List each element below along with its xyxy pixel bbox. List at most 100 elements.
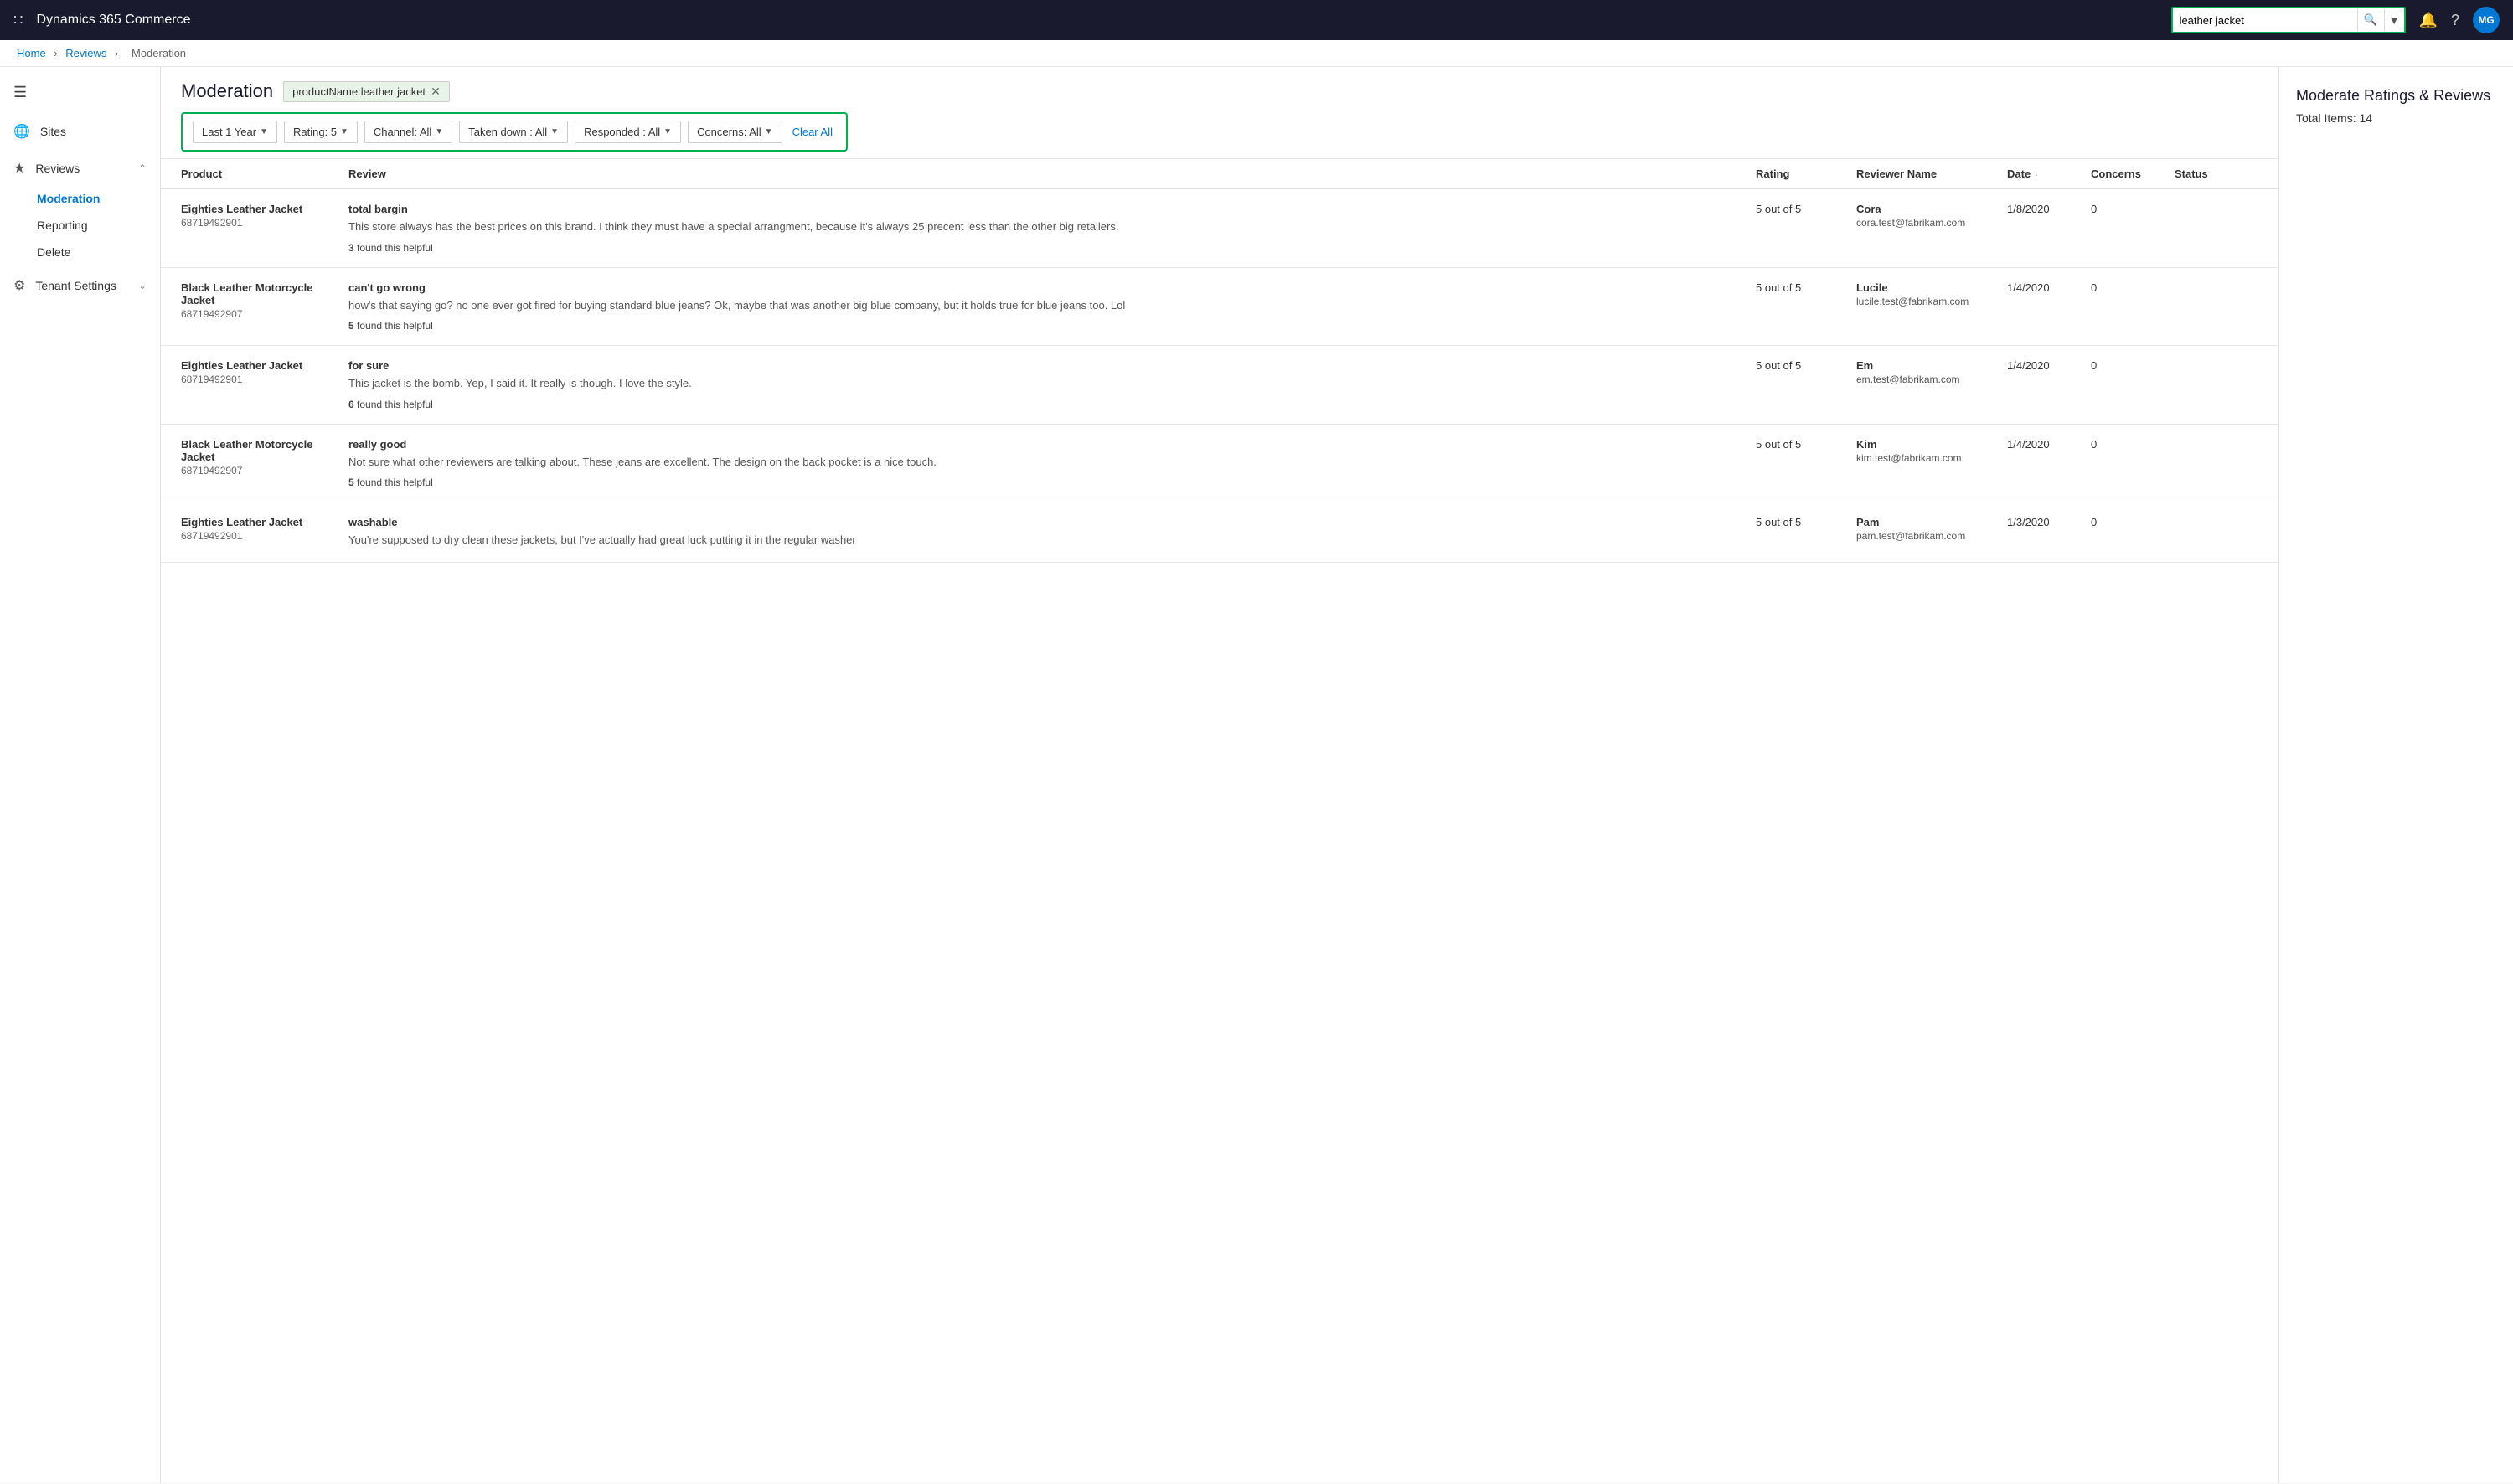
avatar[interactable]: MG [2473, 7, 2500, 33]
table-row: Eighties Leather Jacket 68719492901 wash… [161, 502, 2278, 563]
gear-icon: ⚙ [13, 277, 25, 294]
taken-down-filter-label: Taken down : All [468, 126, 547, 138]
rating-filter-button[interactable]: Rating: 5 ▼ [284, 121, 358, 143]
grid-icon[interactable]: ∷ [13, 12, 23, 29]
product-cell: Black Leather Motorcycle Jacket 68719492… [181, 438, 348, 477]
search-input[interactable] [2173, 8, 2357, 32]
sidebar-section-reviews: ★ Reviews ⌃ Moderation Reporting Delete [0, 152, 160, 265]
col-header-status: Status [2175, 167, 2258, 180]
sidebar-menu-toggle[interactable]: ☰ [0, 74, 160, 111]
page-title: Moderation [181, 80, 273, 102]
right-panel-total: Total Items: 14 [2296, 111, 2496, 125]
right-panel: Moderate Ratings & Reviews Total Items: … [2278, 67, 2513, 1483]
sidebar-section-tenant: ⚙ Tenant Settings ⌄ [0, 269, 160, 302]
reviewer-cell: Pam pam.test@fabrikam.com [1856, 516, 2007, 542]
rating-filter-chevron-icon: ▼ [340, 127, 348, 137]
reviews-table-container: Product Review Rating Reviewer Name Date… [161, 159, 2278, 1483]
concerns-filter-button[interactable]: Concerns: All ▼ [688, 121, 782, 143]
sidebar-item-reviews[interactable]: ★ Reviews ⌃ [0, 152, 160, 185]
review-cell: really good Not sure what other reviewer… [348, 438, 1756, 489]
page-title-row: Moderation productName:leather jacket ✕ [181, 80, 2258, 102]
col-header-date[interactable]: Date ↓ [2007, 167, 2091, 180]
table-row: Eighties Leather Jacket 68719492901 tota… [161, 189, 2278, 268]
sidebar-section-sites: 🌐 Sites [0, 115, 160, 148]
responded-filter-chevron-icon: ▼ [663, 127, 672, 137]
reviewer-cell: Lucile lucile.test@fabrikam.com [1856, 281, 2007, 307]
reviewer-cell: Kim kim.test@fabrikam.com [1856, 438, 2007, 464]
year-filter-button[interactable]: Last 1 Year ▼ [193, 121, 277, 143]
date-cell: 1/4/2020 [2007, 359, 2091, 372]
reviews-chevron-icon: ⌃ [138, 162, 147, 174]
sidebar-item-sites[interactable]: 🌐 Sites [0, 115, 160, 148]
topbar-actions: 🔍 ▼ 🔔 ? MG [2171, 7, 2500, 33]
help-icon[interactable]: ? [2451, 12, 2459, 29]
channel-filter-label: Channel: All [374, 126, 431, 138]
concerns-cell: 0 [2091, 203, 2175, 215]
table-row: Black Leather Motorcycle Jacket 68719492… [161, 425, 2278, 503]
tenant-chevron-icon: ⌄ [138, 280, 147, 291]
channel-filter-button[interactable]: Channel: All ▼ [364, 121, 452, 143]
concerns-filter-chevron-icon: ▼ [765, 127, 773, 137]
col-header-concerns: Concerns [2091, 167, 2175, 180]
date-cell: 1/4/2020 [2007, 281, 2091, 294]
table-header: Product Review Rating Reviewer Name Date… [161, 159, 2278, 189]
responded-filter-label: Responded : All [584, 126, 660, 138]
channel-filter-chevron-icon: ▼ [435, 127, 443, 137]
globe-icon: 🌐 [13, 123, 30, 140]
app-title: Dynamics 365 Commerce [36, 13, 2170, 28]
filter-tag-close-icon[interactable]: ✕ [431, 85, 441, 99]
sidebar-item-tenant-label: Tenant Settings [35, 279, 116, 292]
date-cell: 1/8/2020 [2007, 203, 2091, 215]
rating-cell: 5 out of 5 [1756, 281, 1856, 294]
col-header-review: Review [348, 167, 1756, 180]
col-header-product: Product [181, 167, 348, 180]
topbar: ∷ Dynamics 365 Commerce 🔍 ▼ 🔔 ? MG [0, 0, 2513, 40]
sidebar-item-delete[interactable]: Delete [0, 239, 160, 265]
concerns-cell: 0 [2091, 281, 2175, 294]
sidebar: ☰ 🌐 Sites ★ Reviews ⌃ Moderation Reporti… [0, 67, 161, 1483]
notification-icon[interactable]: 🔔 [2419, 12, 2438, 29]
filter-tag-text: productName:leather jacket [292, 85, 426, 98]
main-layout: ☰ 🌐 Sites ★ Reviews ⌃ Moderation Reporti… [0, 67, 2513, 1483]
review-cell: washable You're supposed to dry clean th… [348, 516, 1756, 549]
rating-cell: 5 out of 5 [1756, 438, 1856, 451]
product-cell: Eighties Leather Jacket 68719492901 [181, 203, 348, 229]
sidebar-item-tenant-settings[interactable]: ⚙ Tenant Settings ⌄ [0, 269, 160, 302]
table-row: Eighties Leather Jacket 68719492901 for … [161, 346, 2278, 425]
global-search-box[interactable]: 🔍 ▼ [2171, 7, 2406, 33]
right-panel-title: Moderate Ratings & Reviews [2296, 87, 2496, 105]
sidebar-item-sites-label: Sites [40, 125, 66, 138]
review-cell: total bargin This store always has the b… [348, 203, 1756, 254]
sidebar-item-reporting[interactable]: Reporting [0, 212, 160, 239]
year-filter-chevron-icon: ▼ [260, 127, 268, 137]
product-cell: Eighties Leather Jacket 68719492901 [181, 359, 348, 385]
review-cell: can't go wrong how's that saying go? no … [348, 281, 1756, 332]
breadcrumb: Home › Reviews › Moderation [0, 40, 2513, 67]
reviewer-cell: Cora cora.test@fabrikam.com [1856, 203, 2007, 229]
year-filter-label: Last 1 Year [202, 126, 256, 138]
review-cell: for sure This jacket is the bomb. Yep, I… [348, 359, 1756, 410]
search-button[interactable]: 🔍 [2357, 8, 2384, 32]
content-area: Moderation productName:leather jacket ✕ … [161, 67, 2278, 1483]
breadcrumb-home[interactable]: Home [17, 47, 46, 59]
breadcrumb-moderation: Moderation [132, 47, 186, 59]
date-cell: 1/3/2020 [2007, 516, 2091, 528]
clear-all-button[interactable]: Clear All [789, 121, 836, 142]
active-filter-tag: productName:leather jacket ✕ [283, 81, 450, 102]
concerns-cell: 0 [2091, 359, 2175, 372]
concerns-filter-label: Concerns: All [697, 126, 761, 138]
sidebar-item-moderation[interactable]: Moderation [0, 185, 160, 212]
responded-filter-button[interactable]: Responded : All ▼ [575, 121, 681, 143]
taken-down-filter-button[interactable]: Taken down : All ▼ [459, 121, 568, 143]
breadcrumb-reviews[interactable]: Reviews [65, 47, 106, 59]
rating-cell: 5 out of 5 [1756, 359, 1856, 372]
page-header: Moderation productName:leather jacket ✕ … [161, 67, 2278, 159]
reviewer-cell: Em em.test@fabrikam.com [1856, 359, 2007, 385]
col-header-reviewer: Reviewer Name [1856, 167, 2007, 180]
search-dropdown-button[interactable]: ▼ [2384, 8, 2404, 32]
rating-filter-label: Rating: 5 [293, 126, 337, 138]
date-sort-icon: ↓ [2034, 169, 2038, 178]
date-cell: 1/4/2020 [2007, 438, 2091, 451]
reviews-icon: ★ [13, 160, 25, 177]
rating-cell: 5 out of 5 [1756, 516, 1856, 528]
